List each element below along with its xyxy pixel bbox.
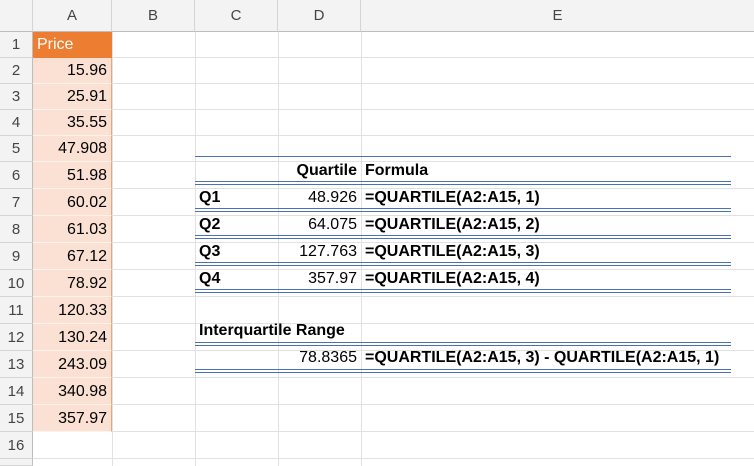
row-header-5[interactable]: 5: [0, 136, 33, 162]
q2-formula-cell[interactable]: =QUARTILE(A2:A15, 2): [361, 212, 731, 238]
q4-value-cell[interactable]: 357.97: [278, 266, 361, 292]
formula-header-cell[interactable]: Formula: [361, 158, 731, 184]
price-cell-a15[interactable]: 357.97: [33, 405, 112, 432]
row-header-7[interactable]: 7: [0, 189, 33, 216]
row-header-11[interactable]: 11: [0, 297, 33, 324]
column-header-a[interactable]: A: [33, 0, 112, 32]
iqr-value-cell[interactable]: 78.8365: [278, 345, 361, 371]
row-header-15[interactable]: 15: [0, 405, 33, 432]
row-header-6[interactable]: 6: [0, 162, 33, 189]
column-header-b[interactable]: B: [112, 0, 195, 32]
price-cell-a3[interactable]: 25.91: [33, 84, 112, 110]
q3-label-cell[interactable]: Q3: [195, 239, 278, 265]
q3-formula-cell[interactable]: =QUARTILE(A2:A15, 3): [361, 239, 731, 265]
q4-formula-cell[interactable]: =QUARTILE(A2:A15, 4): [361, 266, 731, 292]
row-header-8[interactable]: 8: [0, 216, 33, 243]
price-cell-a6[interactable]: 51.98: [33, 162, 112, 189]
iqr-formula-cell[interactable]: =QUARTILE(A2:A15, 3) - QUARTILE(A2:A15, …: [361, 345, 751, 371]
price-cell-a2[interactable]: 15.96: [33, 58, 112, 84]
row-header-17[interactable]: 17: [0, 459, 33, 466]
spreadsheet: A B C D E 1 2 3 4 5 6 7 8 9 10 11 12 13 …: [0, 0, 754, 466]
price-cell-a4[interactable]: 35.55: [33, 110, 112, 136]
q1-value-cell[interactable]: 48.926: [278, 185, 361, 211]
q1-formula-cell[interactable]: =QUARTILE(A2:A15, 1): [361, 185, 731, 211]
column-header-d[interactable]: D: [278, 0, 361, 32]
q2-label-cell[interactable]: Q2: [195, 212, 278, 238]
price-cell-a8[interactable]: 61.03: [33, 216, 112, 243]
quartile-header-cell[interactable]: Quartile: [278, 158, 361, 184]
row-header-4[interactable]: 4: [0, 110, 33, 136]
price-cell-a11[interactable]: 120.33: [33, 297, 112, 324]
select-all-corner[interactable]: [0, 0, 33, 32]
q2-value-cell[interactable]: 64.075: [278, 212, 361, 238]
q4-label-cell[interactable]: Q4: [195, 266, 278, 292]
q1-label-cell[interactable]: Q1: [195, 185, 278, 211]
row-header-3[interactable]: 3: [0, 84, 33, 110]
table-top-border: [195, 156, 731, 157]
price-cell-a10[interactable]: 78.92: [33, 270, 112, 297]
row-header-12[interactable]: 12: [0, 324, 33, 351]
row-header-13[interactable]: 13: [0, 351, 33, 378]
row-header-9[interactable]: 9: [0, 243, 33, 270]
row-header-2[interactable]: 2: [0, 58, 33, 84]
iqr-label-cell[interactable]: Interquartile Range: [195, 318, 395, 344]
price-cell-a5[interactable]: 47.908: [33, 136, 112, 162]
price-header-cell[interactable]: Price: [33, 32, 112, 58]
price-cell-a14[interactable]: 340.98: [33, 378, 112, 405]
column-header-c[interactable]: C: [195, 0, 278, 32]
price-cell-a9[interactable]: 67.12: [33, 243, 112, 270]
price-cell-a7[interactable]: 60.02: [33, 189, 112, 216]
q3-value-cell[interactable]: 127.763: [278, 239, 361, 265]
row-header-1[interactable]: 1: [0, 32, 33, 58]
row-header-10[interactable]: 10: [0, 270, 33, 297]
column-header-e[interactable]: E: [361, 0, 754, 32]
row-header-14[interactable]: 14: [0, 378, 33, 405]
price-cell-a13[interactable]: 243.09: [33, 351, 112, 378]
price-cell-a12[interactable]: 130.24: [33, 324, 112, 351]
row-header-16[interactable]: 16: [0, 432, 33, 459]
